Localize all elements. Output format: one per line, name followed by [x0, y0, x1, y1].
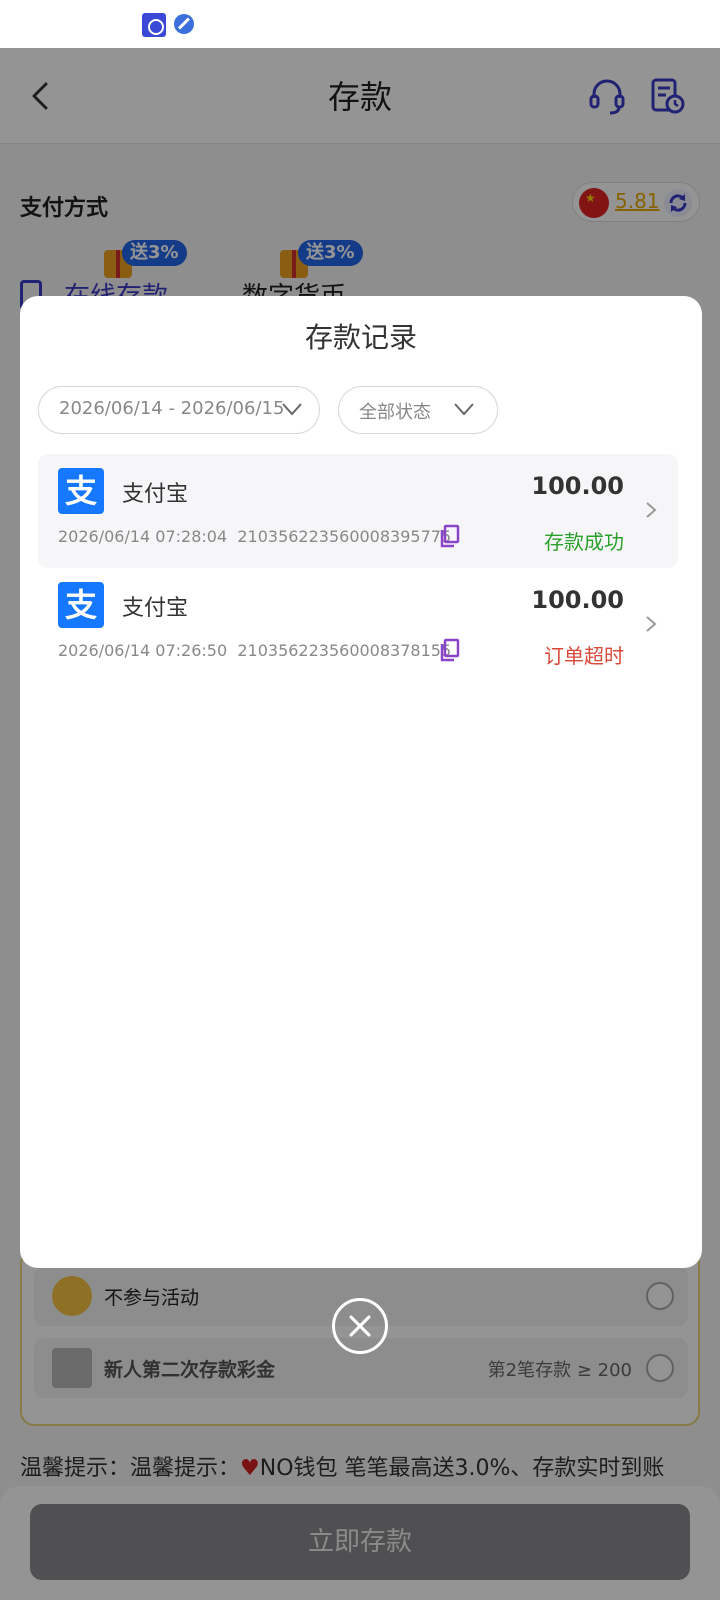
- record-order-id: 210356223560008395775: [237, 527, 452, 546]
- deposit-record-row[interactable]: 支 支付宝 100.00 2026/06/14 07:28:04 2103562…: [38, 454, 678, 568]
- record-method: 支付宝: [122, 596, 189, 621]
- copy-icon[interactable]: [438, 524, 460, 548]
- record-time-order: 2026/06/14 07:26:50 21035622356000837815…: [58, 641, 451, 660]
- record-time-order: 2026/06/14 07:28:04 21035622356000839577…: [58, 527, 451, 546]
- status-filter[interactable]: 全部状态: [338, 386, 498, 434]
- chevron-down-icon: [454, 403, 474, 416]
- record-status: 存款成功: [544, 530, 624, 554]
- chevron-right-icon: [646, 616, 657, 632]
- date-range-value: 2026/06/14 - 2026/06/15: [59, 398, 285, 419]
- status-filter-value: 全部状态: [359, 402, 431, 423]
- deposit-record-row[interactable]: 支 支付宝 100.00 2026/06/14 07:26:50 2103562…: [38, 568, 678, 682]
- record-time: 2026/06/14 07:28:04: [58, 527, 228, 546]
- record-amount: 100.00: [531, 586, 624, 614]
- copy-icon[interactable]: [438, 638, 460, 662]
- close-dialog-button[interactable]: [332, 1298, 388, 1354]
- chevron-right-icon: [646, 502, 657, 518]
- alipay-icon: 支: [58, 468, 104, 514]
- record-status: 订单超时: [544, 644, 624, 668]
- date-range-filter[interactable]: 2026/06/14 - 2026/06/15: [38, 386, 320, 434]
- alipay-icon: 支: [58, 582, 104, 628]
- record-time: 2026/06/14 07:26:50: [58, 641, 228, 660]
- record-amount: 100.00: [531, 472, 624, 500]
- chevron-down-icon: [282, 403, 302, 416]
- record-method: 支付宝: [122, 482, 189, 507]
- app-notification-icon: [142, 13, 166, 37]
- status-bar: [0, 0, 720, 48]
- dialog-title: 存款记录: [304, 321, 417, 354]
- deposit-records-dialog: 存款记录 2026/06/14 - 2026/06/15 全部状态 支 支付宝 …: [20, 296, 702, 1268]
- browser-notification-icon: [174, 14, 194, 34]
- record-order-id: 210356223560008378155: [237, 641, 452, 660]
